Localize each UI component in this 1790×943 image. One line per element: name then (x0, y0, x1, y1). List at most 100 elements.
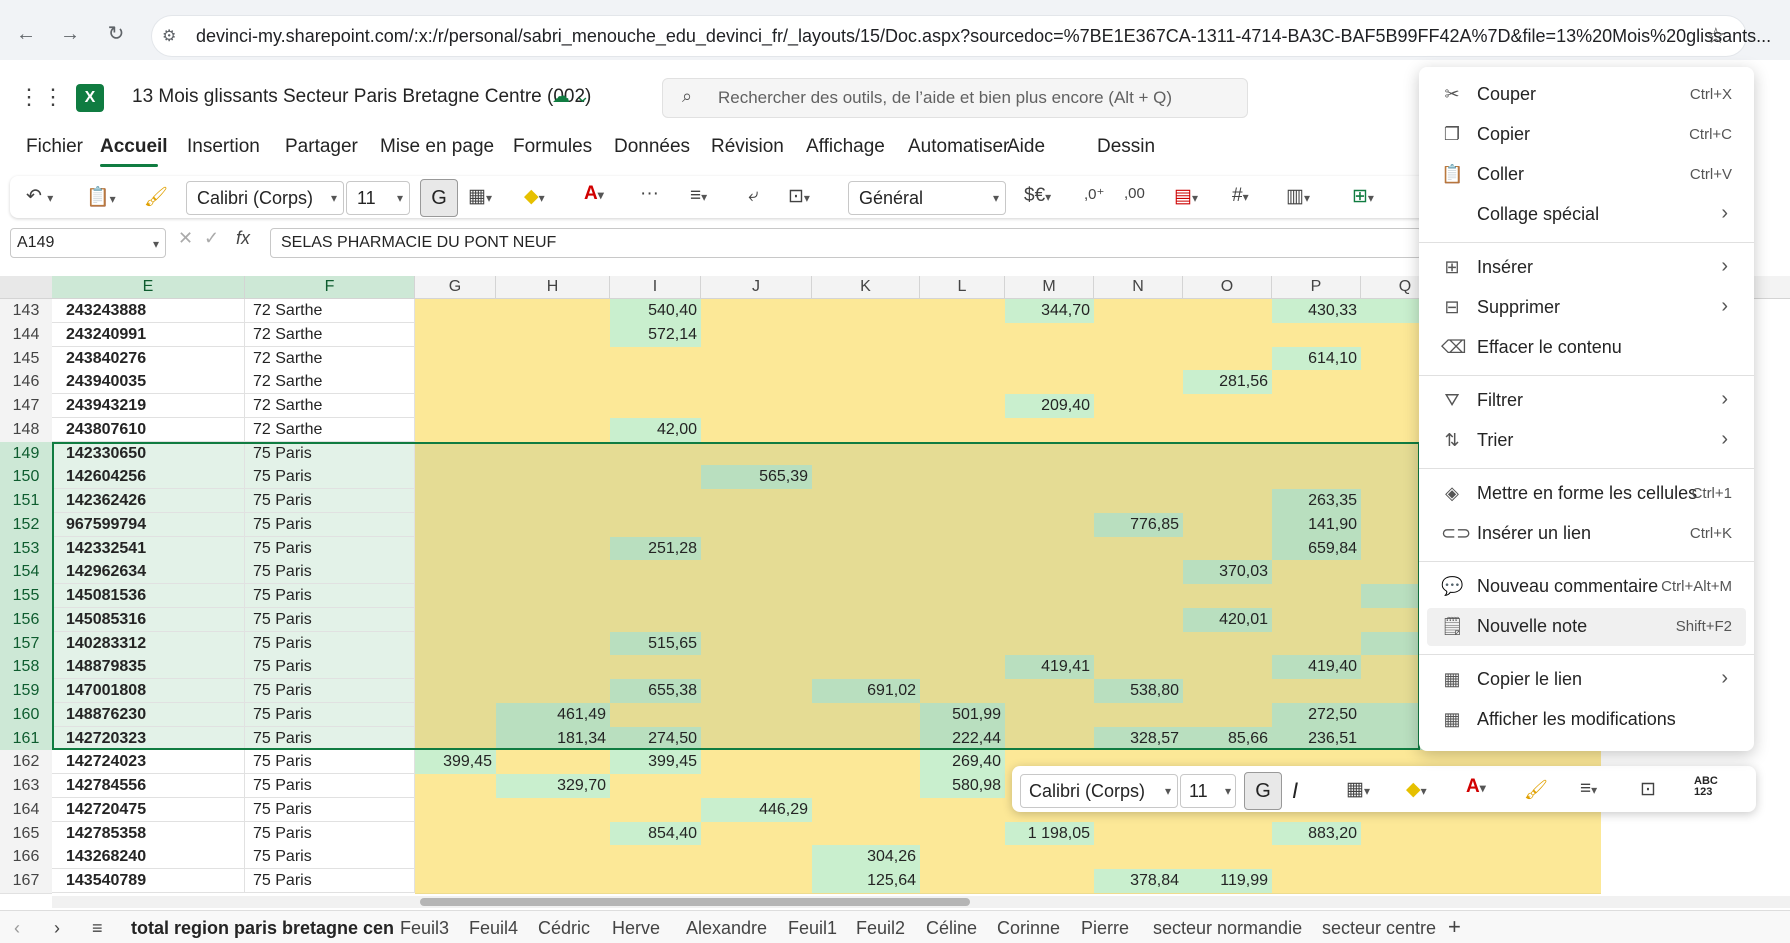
saved-status-icon[interactable]: ☁ ⌄ (552, 86, 590, 107)
row-header[interactable]: 155 (0, 584, 52, 609)
table-cell-value[interactable]: 538,80 (1094, 679, 1183, 703)
table-cell-value[interactable]: 236,51 (1272, 726, 1361, 751)
sheet-tab[interactable]: total region paris bretagne cen (131, 918, 394, 939)
table-cell-id[interactable]: 142724023 (52, 750, 245, 775)
table-cell-value[interactable]: 119,99 (1183, 869, 1272, 893)
table-cell-value[interactable]: 691,02 (812, 679, 920, 703)
table-cell-value[interactable]: 420,01 (1183, 607, 1272, 632)
table-cell-value[interactable]: 614,10 (1272, 346, 1361, 371)
table-cell-value[interactable]: 399,45 (610, 750, 701, 775)
column-header-P[interactable]: P (1272, 276, 1361, 298)
table-cell-region[interactable]: 75 Paris (245, 512, 415, 537)
decrease-decimal-icon[interactable]: ,00 (1124, 185, 1145, 202)
table-cell-value[interactable]: 883,20 (1272, 821, 1361, 846)
column-header-K[interactable]: K (812, 276, 920, 298)
table-cell-value[interactable]: 378,84 (1094, 869, 1183, 893)
row-header[interactable]: 160 (0, 702, 52, 728)
borders-icon[interactable]: ▦▾ (468, 185, 492, 208)
sheet-tab[interactable]: Feuil4 (469, 918, 518, 939)
app-launcher-icon[interactable]: ⋮⋮ (18, 84, 66, 110)
font-name-select[interactable]: Calibri (Corps) ▾ (186, 181, 344, 215)
back-icon[interactable]: ← (14, 22, 38, 46)
sheet-tab[interactable]: Herve (612, 918, 660, 939)
tab-automatiser[interactable]: Automatiser (908, 136, 1009, 158)
table-cell-value[interactable]: 370,03 (1183, 560, 1272, 585)
menu-item-filtrer[interactable]: ⛛ Filtrer › (1427, 382, 1746, 420)
row-header[interactable]: 162 (0, 750, 52, 776)
horizontal-scrollbar-thumb[interactable] (420, 898, 970, 906)
table-cell-value[interactable]: 281,56 (1183, 370, 1272, 395)
table-cell-id[interactable]: 243243888 (52, 299, 245, 323)
row-header[interactable]: 158 (0, 655, 52, 681)
table-cell-region[interactable]: 75 Paris (245, 869, 415, 893)
table-cell-id[interactable]: 243940035 (52, 370, 245, 395)
table-cell-region[interactable]: 75 Paris (245, 465, 415, 490)
table-cell-id[interactable]: 967599794 (52, 512, 245, 537)
sheet-tab[interactable]: Pierre (1081, 918, 1129, 939)
tab-formules[interactable]: Formules (513, 136, 592, 158)
sheet-tab[interactable]: secteur normandie (1153, 918, 1302, 939)
row-header[interactable]: 163 (0, 774, 52, 799)
tab-aide[interactable]: Aide (1007, 136, 1045, 158)
tab-partager[interactable]: Partager (285, 136, 358, 158)
increase-decimal-icon[interactable]: ,0⁺ (1084, 185, 1104, 203)
table-cell-value[interactable]: 461,49 (496, 702, 610, 727)
confirm-formula-icon[interactable]: ✓ (204, 228, 219, 249)
row-header[interactable]: 152 (0, 512, 52, 538)
insert-cells-icon[interactable]: ⊞▾ (1352, 185, 1374, 208)
table-cell-id[interactable]: 148879835 (52, 655, 245, 680)
row-header[interactable]: 159 (0, 679, 52, 704)
sheet-tab[interactable]: Corinne (997, 918, 1060, 939)
tab-données[interactable]: Données (614, 136, 690, 158)
table-cell-id[interactable]: 142362426 (52, 489, 245, 513)
table-cell-region[interactable]: 75 Paris (245, 489, 415, 513)
table-cell-value[interactable]: 181,34 (496, 726, 610, 751)
sheet-tab[interactable]: Feuil2 (856, 918, 905, 939)
row-header[interactable]: 167 (0, 869, 52, 894)
table-cell-value[interactable]: 141,90 (1272, 512, 1361, 537)
table-cell-region[interactable]: 75 Paris (245, 750, 415, 775)
more-options-icon[interactable]: ··· (640, 183, 659, 205)
function-icon[interactable]: fx (236, 228, 250, 249)
number-format-select[interactable]: Général ▾ (848, 181, 1006, 215)
url-text[interactable]: devinci-my.sharepoint.com/:x:/r/personal… (196, 26, 1771, 47)
column-header-L[interactable]: L (920, 276, 1005, 298)
tab-mise-en-page[interactable]: Mise en page (380, 136, 494, 158)
menu-item-insérer[interactable]: ⊞ Insérer › (1427, 249, 1746, 287)
menu-item-effacer-le-contenu[interactable]: ⌫ Effacer le contenu (1427, 329, 1746, 367)
row-header[interactable]: 145 (0, 346, 52, 372)
tab-insertion[interactable]: Insertion (187, 136, 260, 158)
column-header-M[interactable]: M (1005, 276, 1094, 298)
sheet-tab[interactable]: Alexandre (686, 918, 767, 939)
row-header[interactable]: 165 (0, 821, 52, 847)
merge-icon[interactable]: ⊡▾ (788, 185, 810, 208)
formula-input[interactable]: SELAS PHARMACIE DU PONT NEUF (270, 228, 1422, 258)
fill-color-icon[interactable]: ◆▾ (524, 185, 545, 208)
table-cell-id[interactable]: 140283312 (52, 631, 245, 656)
table-cell-value[interactable]: 419,41 (1005, 655, 1094, 680)
table-cell-value[interactable]: 540,40 (610, 299, 701, 323)
table-cell-value[interactable]: 329,70 (496, 774, 610, 798)
table-cell-value[interactable]: 565,39 (701, 465, 812, 490)
column-header-I[interactable]: I (610, 276, 701, 298)
menu-item-coller[interactable]: 📋 Coller Ctrl+V (1427, 156, 1746, 194)
sheet-tab[interactable]: Feuil1 (788, 918, 837, 939)
currency-button[interactable]: $€▾ (1024, 185, 1051, 207)
tab-fichier[interactable]: Fichier (26, 136, 83, 158)
mini-borders-icon[interactable]: ▦▾ (1346, 778, 1370, 801)
table-cell-value[interactable]: 854,40 (610, 821, 701, 846)
table-cell-region[interactable]: 75 Paris (245, 655, 415, 680)
table-cell-value[interactable]: 501,99 (920, 702, 1005, 727)
table-cell-value[interactable]: 1 198,05 (1005, 821, 1094, 846)
row-header[interactable]: 144 (0, 322, 52, 348)
tab-révision[interactable]: Révision (711, 136, 784, 158)
column-header-E[interactable]: E (52, 276, 245, 298)
column-header-F[interactable]: F (245, 276, 415, 298)
mini-format-painter-icon[interactable]: 🖌 (1524, 778, 1548, 802)
table-cell-value[interactable]: 515,65 (610, 631, 701, 656)
row-header[interactable]: 149 (0, 441, 52, 467)
table-cell-id[interactable]: 142330650 (52, 441, 245, 466)
table-cell-id[interactable]: 243943219 (52, 394, 245, 418)
undo-icon[interactable]: ↶ ▾ (26, 185, 53, 208)
sheet-tab[interactable]: secteur centre (1322, 918, 1436, 939)
